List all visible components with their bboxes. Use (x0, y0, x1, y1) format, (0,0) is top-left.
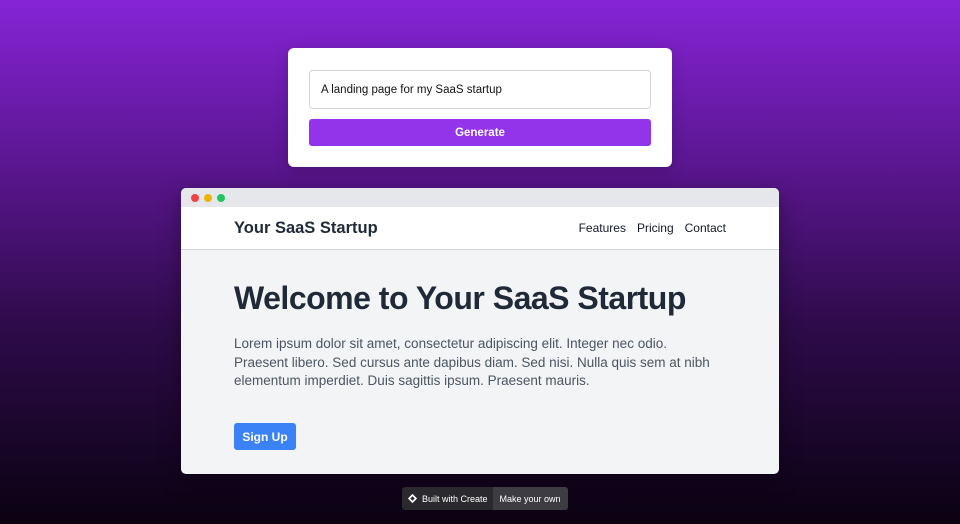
create-logo-icon (407, 493, 418, 504)
nav-link-features[interactable]: Features (579, 221, 626, 235)
built-with-create-link[interactable]: Built with Create (402, 487, 493, 510)
minimize-dot-icon[interactable] (204, 193, 212, 202)
prompt-card: Generate (288, 48, 672, 167)
hero-description: Lorem ipsum dolor sit amet, consectetur … (234, 336, 710, 388)
nav-links: Features Pricing Contact (579, 221, 726, 235)
site-navbar: Your SaaS Startup Features Pricing Conta… (181, 207, 779, 250)
preview-window: Your SaaS Startup Features Pricing Conta… (181, 188, 779, 474)
make-your-own-link[interactable]: Make your own (492, 487, 568, 510)
built-with-badge: Built with Create Make your own (402, 487, 568, 510)
nav-link-contact[interactable]: Contact (685, 221, 726, 235)
prompt-input[interactable] (309, 70, 651, 109)
built-with-label: Built with Create (422, 493, 488, 504)
site-brand[interactable]: Your SaaS Startup (234, 219, 378, 238)
generate-button[interactable]: Generate (309, 119, 651, 146)
close-dot-icon[interactable] (191, 193, 199, 202)
nav-link-pricing[interactable]: Pricing (637, 221, 674, 235)
sign-up-button[interactable]: Sign Up (234, 423, 296, 450)
hero-title: Welcome to Your SaaS Startup (234, 280, 686, 316)
maximize-dot-icon[interactable] (217, 193, 225, 202)
window-title-bar (181, 188, 779, 207)
